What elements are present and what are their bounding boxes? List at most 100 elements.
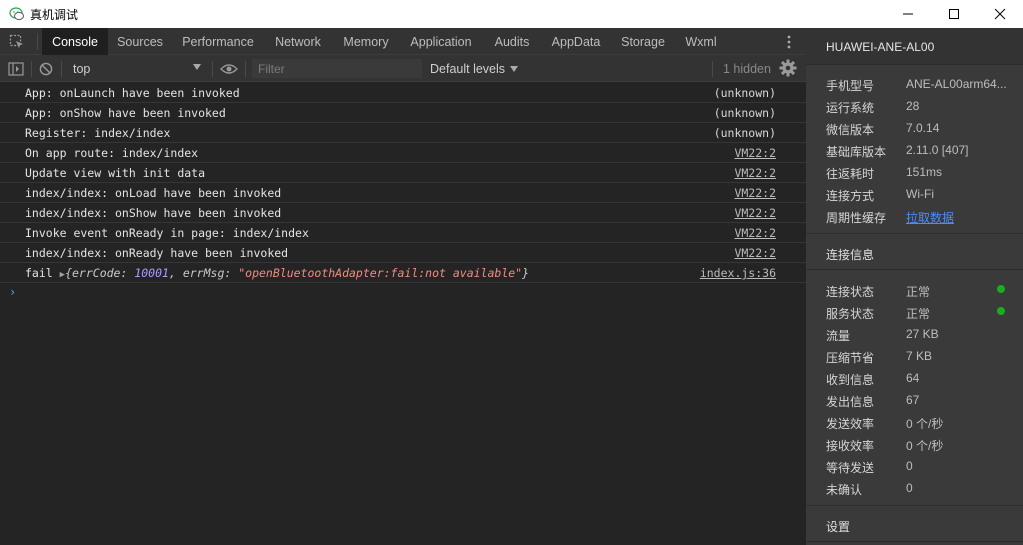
log-levels-label: Default levels bbox=[430, 61, 506, 76]
console-message: Invoke event onReady in page: index/inde… bbox=[0, 223, 806, 243]
conn-row-service: 服务状态 正常 bbox=[826, 307, 931, 321]
window-title: 真机调试 bbox=[30, 7, 79, 22]
console-message: App: onShow have been invoked (unknown) bbox=[0, 103, 806, 123]
console-message: index/index: onLoad have been invoked VM… bbox=[0, 183, 806, 203]
info-row-wechat-version: 微信版本 7.0.14 bbox=[826, 121, 940, 137]
conn-row-unacked: 未确认 0 bbox=[826, 481, 913, 497]
sidebar-toggle-icon bbox=[8, 62, 24, 76]
message-source-link[interactable]: VM22:2 bbox=[734, 246, 776, 260]
console-message: index/index: onShow have been invoked VM… bbox=[0, 203, 806, 223]
device-info-panel: HUAWEI-ANE-AL00 手机型号 ANE-AL00arm64... 运行系… bbox=[806, 28, 1023, 545]
message-source-link[interactable]: VM22:2 bbox=[734, 166, 776, 180]
info-row-connection: 连接方式 Wi-Fi bbox=[826, 187, 934, 203]
message-source: (unknown) bbox=[713, 86, 776, 100]
fail-prefix: fail bbox=[25, 266, 53, 280]
message-source-link[interactable]: VM22:2 bbox=[734, 226, 776, 240]
section-divider bbox=[806, 505, 1023, 506]
close-icon bbox=[994, 8, 1006, 20]
close-button[interactable] bbox=[977, 0, 1023, 28]
device-header: HUAWEI-ANE-AL00 bbox=[806, 28, 1023, 65]
conn-row-send-rate: 发送效率 0 个/秒 bbox=[826, 417, 944, 431]
fetch-data-link[interactable]: 拉取数据 bbox=[906, 209, 954, 226]
settings-link[interactable]: 设置 bbox=[826, 518, 850, 535]
conn-row-traffic: 流量 27 KB bbox=[826, 327, 939, 343]
conn-row-pending: 等待发送 0 bbox=[826, 459, 913, 475]
message-source-link[interactable]: VM22:2 bbox=[734, 186, 776, 200]
console-message: App: onLaunch have been invoked (unknown… bbox=[0, 83, 806, 103]
connection-status-dot bbox=[997, 285, 1005, 293]
tab-storage[interactable]: Storage bbox=[614, 28, 672, 55]
kebab-menu-icon bbox=[787, 35, 791, 49]
tab-console[interactable]: Console bbox=[42, 28, 108, 55]
console-toolbar: top Default levels 1 hidden bbox=[0, 55, 806, 82]
maximize-button[interactable] bbox=[931, 0, 977, 28]
console-message-fail: fail ▶{errCode: 10001, errMsg: "openBlue… bbox=[0, 263, 806, 283]
console-message: On app route: index/index VM22:2 bbox=[0, 143, 806, 163]
conn-row-status: 连接状态 正常 bbox=[826, 285, 931, 299]
section-divider bbox=[806, 541, 1023, 542]
tab-audits[interactable]: Audits bbox=[486, 28, 538, 55]
tab-application[interactable]: Application bbox=[402, 28, 480, 55]
chevron-down-icon bbox=[193, 64, 201, 70]
toolbar-separator bbox=[245, 61, 246, 77]
clear-console-button[interactable] bbox=[36, 59, 56, 79]
console-output[interactable]: App: onLaunch have been invoked (unknown… bbox=[0, 83, 806, 545]
toolbar-separator bbox=[61, 61, 62, 77]
message-source-link[interactable]: index.js:36 bbox=[700, 266, 776, 280]
device-name: HUAWEI-ANE-AL00 bbox=[826, 40, 935, 54]
panel-tab-bar: Console Sources Performance Network Memo… bbox=[0, 28, 806, 55]
info-row-rtt: 往返耗时 151ms bbox=[826, 165, 943, 181]
live-expression-button[interactable] bbox=[219, 59, 239, 79]
maximize-icon bbox=[949, 9, 959, 19]
info-row-model: 手机型号 ANE-AL00arm64... bbox=[826, 77, 1007, 93]
console-message: index/index: onReady have been invoked V… bbox=[0, 243, 806, 263]
message-source-link[interactable]: VM22:2 bbox=[734, 146, 776, 160]
section-divider bbox=[806, 233, 1023, 234]
tab-memory[interactable]: Memory bbox=[336, 28, 396, 55]
console-message: Update view with init data VM22:2 bbox=[0, 163, 806, 183]
tab-performance[interactable]: Performance bbox=[176, 28, 260, 55]
connection-info-title: 连接信息 bbox=[826, 248, 875, 262]
section-divider bbox=[806, 269, 1023, 270]
tab-network[interactable]: Network bbox=[266, 28, 330, 55]
devtools-window: 真机调试 Console Sources Performance Network… bbox=[0, 0, 1023, 545]
gear-icon[interactable] bbox=[779, 59, 797, 77]
title-bar: 真机调试 bbox=[0, 0, 1023, 28]
tab-appdata[interactable]: AppData bbox=[544, 28, 608, 55]
context-value: top bbox=[73, 61, 91, 76]
info-row-os: 运行系统 28 bbox=[826, 99, 920, 115]
inspect-element-button[interactable] bbox=[4, 31, 30, 53]
minimize-icon bbox=[903, 13, 913, 15]
console-message: Register: index/index (unknown) bbox=[0, 123, 806, 143]
info-row-lib-version: 基础库版本 2.11.0 [407] bbox=[826, 143, 969, 159]
prompt-chevron-icon: › bbox=[9, 285, 17, 299]
tab-wxml[interactable]: Wxml bbox=[678, 28, 724, 55]
context-selector[interactable]: top bbox=[65, 58, 207, 79]
filter-input[interactable] bbox=[252, 59, 422, 78]
console-prompt[interactable]: › bbox=[0, 283, 806, 303]
info-row-periodic-cache: 周期性缓存 拉取数据 bbox=[826, 209, 955, 226]
devtools-panel: Console Sources Performance Network Memo… bbox=[0, 28, 806, 545]
message-source: (unknown) bbox=[713, 126, 776, 140]
message-source: (unknown) bbox=[713, 106, 776, 120]
toolbar-separator bbox=[212, 61, 213, 77]
toolbar-separator bbox=[31, 61, 32, 77]
more-options-button[interactable] bbox=[778, 31, 800, 53]
minimize-button[interactable] bbox=[885, 0, 931, 28]
toggle-sidebar-button[interactable] bbox=[6, 59, 26, 79]
hidden-messages-count: 1 hidden bbox=[723, 61, 771, 76]
log-levels-dropdown[interactable]: Default levels bbox=[430, 58, 519, 79]
service-status-dot bbox=[997, 307, 1005, 315]
conn-row-received: 收到信息 64 bbox=[826, 371, 920, 387]
conn-row-compression: 压缩节省 7 KB bbox=[826, 349, 933, 365]
conn-row-receive-rate: 接收效率 0 个/秒 bbox=[826, 439, 944, 453]
tab-separator bbox=[37, 33, 38, 50]
inspect-icon bbox=[9, 34, 23, 48]
chevron-down-icon bbox=[510, 65, 519, 72]
tab-sources[interactable]: Sources bbox=[110, 28, 170, 55]
message-source-link[interactable]: VM22:2 bbox=[734, 206, 776, 220]
eye-icon bbox=[220, 64, 238, 74]
toolbar-separator bbox=[712, 61, 713, 77]
clear-icon bbox=[39, 62, 53, 76]
conn-row-sent: 发出信息 67 bbox=[826, 393, 920, 409]
